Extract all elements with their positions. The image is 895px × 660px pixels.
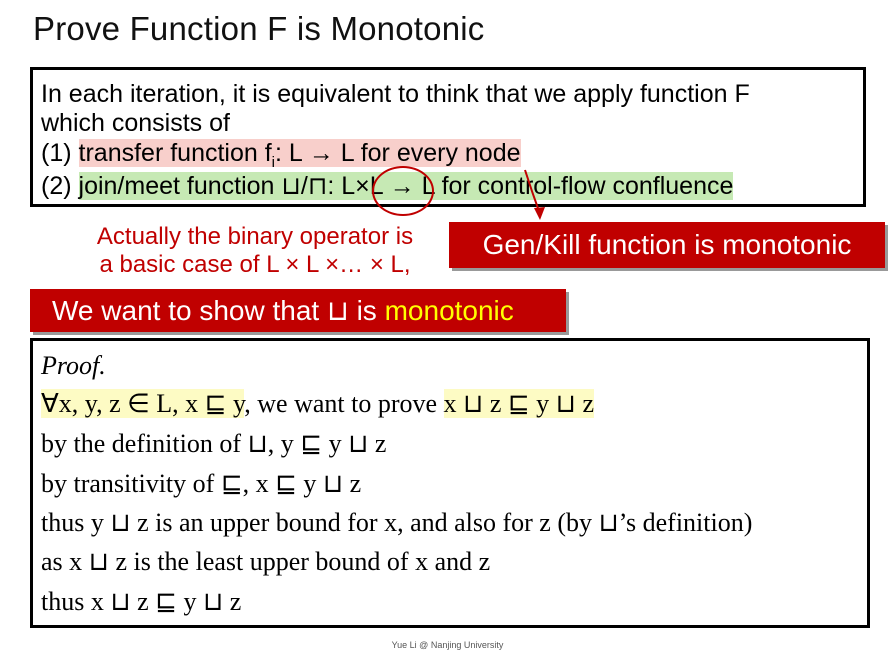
item-1-rest: : L → L for every node — [275, 139, 521, 167]
proof-line-2: by the definition of ⊔, y ⊑ y ⊔ z — [41, 429, 387, 458]
note-line-1: Actually the binary operator is — [96, 223, 414, 250]
definition-line-2: which consists of — [41, 109, 230, 137]
item-2-part-a: join/meet function ⊔/⊓: — [78, 172, 342, 200]
goal-banner: We want to show that ⊔ is monotonic — [30, 289, 566, 332]
proof-goal: x ⊔ z ⊑ y ⊔ z — [443, 389, 594, 418]
goal-accent: monotonic — [384, 294, 514, 326]
genkill-callout: Gen/Kill function is monotonic — [449, 222, 885, 268]
item-2-part-c: → L for control-flow confluence — [382, 172, 734, 200]
lxl-circle-annotation — [372, 166, 434, 216]
item-1-number: (1) — [41, 139, 72, 167]
footer-credit: Yue Li @ Nanjing University — [391, 640, 504, 650]
proof-heading: Proof. — [41, 351, 106, 380]
proof-line-3: by transitivity of ⊑, x ⊑ y ⊔ z — [41, 469, 362, 498]
binary-operator-note: Actually the binary operator is a basic … — [60, 223, 450, 279]
transfer-function-highlight: transfer function fi: L → L for every no… — [78, 139, 521, 171]
proof-line-4: thus y ⊔ z is an upper bound for x, and … — [41, 508, 753, 537]
proof-line-1: ∀x, y, z ∈ L, x ⊑ y, we want to prove x … — [41, 389, 594, 419]
proof-box: Proof. ∀x, y, z ∈ L, x ⊑ y, we want to p… — [30, 338, 870, 628]
definition-box: In each iteration, it is equivalent to t… — [30, 67, 866, 207]
goal-prefix: We want to show that ⊔ is — [52, 295, 385, 326]
item-1-text: transfer function f — [78, 139, 272, 167]
note-line-2: a basic case of L × L ×… × L, — [99, 251, 411, 278]
proof-line-5: as x ⊔ z is the least upper bound of x a… — [41, 547, 491, 576]
item-2-number: (2) — [41, 172, 72, 200]
proof-line-1-middle: , we want to prove — [244, 389, 444, 418]
proof-premise: ∀x, y, z ∈ L, x ⊑ y — [41, 389, 245, 418]
slide-title: Prove Function F is Monotonic — [33, 10, 485, 47]
definition-item-1: (1) transfer function fi: L → L for ever… — [41, 139, 521, 171]
proof-line-6: thus x ⊔ z ⊑ y ⊔ z — [41, 587, 242, 616]
definition-line-1: In each iteration, it is equivalent to t… — [41, 80, 750, 108]
